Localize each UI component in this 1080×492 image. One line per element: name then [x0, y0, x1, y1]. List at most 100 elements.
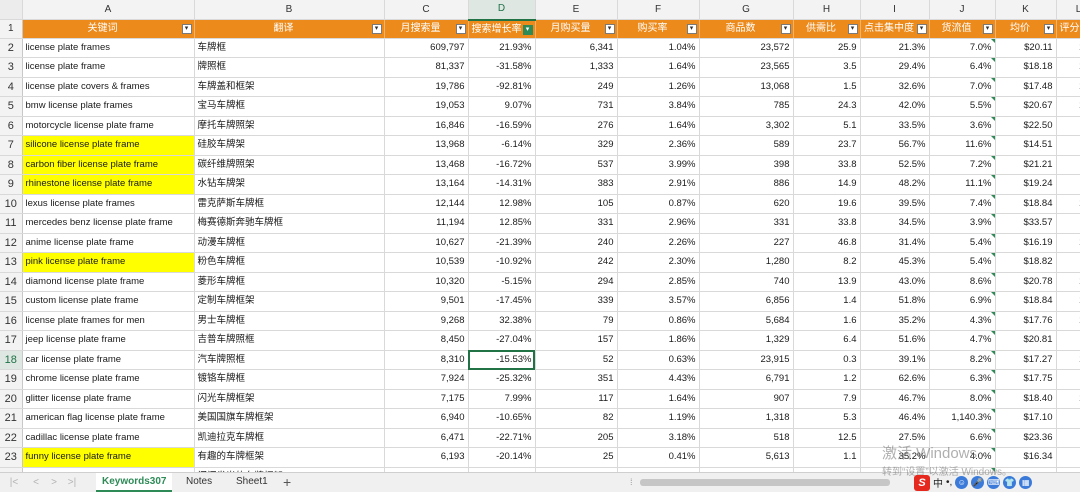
cell-l[interactable]: 1,29 — [1056, 57, 1080, 78]
cell-l[interactable]: 1,03 — [1056, 389, 1080, 409]
cell-i[interactable]: 62.6% — [860, 369, 930, 390]
cell-d[interactable]: 9.07% — [468, 96, 536, 117]
cell-k[interactable]: $17.48 — [995, 77, 1057, 97]
cell-k[interactable]: $18.18 — [995, 57, 1057, 78]
cell-g[interactable]: 23,565 — [699, 57, 794, 78]
cell-a[interactable]: license plate frame — [22, 57, 195, 78]
cell-b[interactable]: 水钻车牌架 — [194, 174, 385, 195]
row-number[interactable]: 2 — [0, 38, 23, 58]
cell-b[interactable]: 汽车牌照框 — [194, 350, 385, 370]
column-header-g[interactable]: G — [699, 0, 794, 20]
filter-dropdown-icon[interactable]: ▾ — [371, 24, 382, 34]
row-number[interactable]: 7 — [0, 135, 23, 156]
row-number[interactable]: 10 — [0, 194, 23, 214]
cell-a[interactable]: funny license plate frame — [22, 447, 195, 468]
cell-k[interactable]: $23.36 — [995, 428, 1057, 448]
row-number[interactable]: 3 — [0, 57, 23, 78]
cell-c[interactable]: 13,968 — [384, 135, 469, 156]
header-cell[interactable]: 均价 ▾ — [995, 19, 1057, 39]
cell-d[interactable]: -22.71% — [468, 428, 536, 448]
cell-g[interactable]: 518 — [699, 428, 794, 448]
cell-j[interactable]: 1,140.3% — [929, 408, 996, 429]
cell-f[interactable]: 2.26% — [617, 233, 700, 253]
row-number[interactable]: 22 — [0, 428, 23, 448]
cell-a[interactable]: carbon fiber license plate frame — [22, 155, 195, 175]
cell-b[interactable]: 定制车牌框架 — [194, 291, 385, 312]
cell-f[interactable]: 1.86% — [617, 330, 700, 351]
cell-f[interactable]: 1.19% — [617, 408, 700, 429]
cell-h[interactable]: 3.5 — [793, 57, 861, 78]
cell-i[interactable]: 46.7% — [860, 389, 930, 409]
cell-b[interactable]: 菱形车牌框 — [194, 272, 385, 292]
cell-k[interactable]: $20.81 — [995, 330, 1057, 351]
cell-d[interactable]: -10.92% — [468, 252, 536, 273]
cell-k[interactable]: $19.24 — [995, 174, 1057, 195]
cell-g[interactable]: 620 — [699, 194, 794, 214]
column-header-f[interactable]: F — [617, 0, 700, 20]
cell-f[interactable]: 1.64% — [617, 389, 700, 409]
cell-h[interactable]: 1.4 — [793, 291, 861, 312]
cell-i[interactable]: 45.3% — [860, 252, 930, 273]
cell-c[interactable]: 19,053 — [384, 96, 469, 117]
cell-a[interactable]: bmw license plate frames — [22, 96, 195, 117]
cell-e[interactable]: 25 — [535, 447, 618, 468]
cell-h[interactable]: 33.8 — [793, 155, 861, 175]
cell-i[interactable]: 56.7% — [860, 135, 930, 156]
cell-b[interactable]: 吉普车牌照框 — [194, 330, 385, 351]
cell-k[interactable]: $20.67 — [995, 96, 1057, 117]
cell-l[interactable]: 1,21 — [1056, 233, 1080, 253]
cell-b[interactable]: 硅胶车牌架 — [194, 135, 385, 156]
cell-f[interactable]: 3.84% — [617, 96, 700, 117]
cell-c[interactable]: 13,468 — [384, 155, 469, 175]
cell-c[interactable]: 13,164 — [384, 174, 469, 195]
cell-g[interactable]: 907 — [699, 389, 794, 409]
add-sheet-button[interactable]: + — [283, 473, 291, 491]
cell-f[interactable]: 0.63% — [617, 350, 700, 370]
cell-c[interactable]: 6,940 — [384, 408, 469, 429]
cell-e[interactable]: 383 — [535, 174, 618, 195]
row-number[interactable]: 17 — [0, 330, 23, 351]
row-number[interactable]: 5 — [0, 96, 23, 117]
cell-c[interactable]: 9,268 — [384, 311, 469, 331]
cell-h[interactable]: 1.1 — [793, 447, 861, 468]
cell-i[interactable]: 39.1% — [860, 350, 930, 370]
filter-dropdown-icon[interactable]: ▾ — [780, 24, 791, 34]
cell-f[interactable]: 1.04% — [617, 38, 700, 58]
cell-k[interactable]: $33.57 — [995, 213, 1057, 234]
cell-k[interactable]: $22.50 — [995, 116, 1057, 136]
cell-l[interactable]: 1,15 — [1056, 77, 1080, 97]
header-cell[interactable]: 关键词 ▾ — [22, 19, 195, 39]
row-number[interactable]: 8 — [0, 155, 23, 175]
cell-j[interactable]: 7.4% — [929, 194, 996, 214]
row-number[interactable]: 12 — [0, 233, 23, 253]
cell-c[interactable]: 9,501 — [384, 291, 469, 312]
cell-j[interactable]: 8.2% — [929, 350, 996, 370]
cell-l[interactable]: 93 — [1056, 369, 1080, 390]
cell-e[interactable]: 294 — [535, 272, 618, 292]
cell-l[interactable]: 27 — [1056, 116, 1080, 136]
toolbox-grid-icon[interactable]: ▦ — [1019, 476, 1033, 489]
cell-e[interactable]: 339 — [535, 291, 618, 312]
cell-l[interactable]: 88 — [1056, 213, 1080, 234]
cell-c[interactable]: 7,175 — [384, 389, 469, 409]
cell-k[interactable]: $20.11 — [995, 38, 1057, 58]
cell-j[interactable]: 11.6% — [929, 135, 996, 156]
horizontal-scrollbar[interactable] — [640, 479, 890, 486]
cell-j[interactable]: 4.7% — [929, 330, 996, 351]
header-cell[interactable]: 商品数 ▾ — [699, 19, 794, 39]
prev-sheet-icon[interactable]: < — [30, 476, 42, 490]
cell-f[interactable]: 0.41% — [617, 447, 700, 468]
cell-i[interactable]: 48.2% — [860, 174, 930, 195]
keyboard-icon[interactable]: ⌨ — [987, 476, 1001, 489]
cell-b[interactable]: 梅赛德斯奔驰车牌框 — [194, 213, 385, 234]
cell-g[interactable]: 23,915 — [699, 350, 794, 370]
cell-j[interactable]: 5.4% — [929, 233, 996, 253]
cell-g[interactable]: 13,068 — [699, 77, 794, 97]
cell-c[interactable]: 10,320 — [384, 272, 469, 292]
cell-j[interactable]: 7.2% — [929, 155, 996, 175]
tab-keywords307[interactable]: Keywords307 — [96, 473, 173, 492]
select-all-corner[interactable] — [0, 0, 23, 20]
cell-b[interactable]: 镀铬车牌框 — [194, 369, 385, 390]
cell-e[interactable]: 105 — [535, 194, 618, 214]
cell-k[interactable]: $18.82 — [995, 252, 1057, 273]
